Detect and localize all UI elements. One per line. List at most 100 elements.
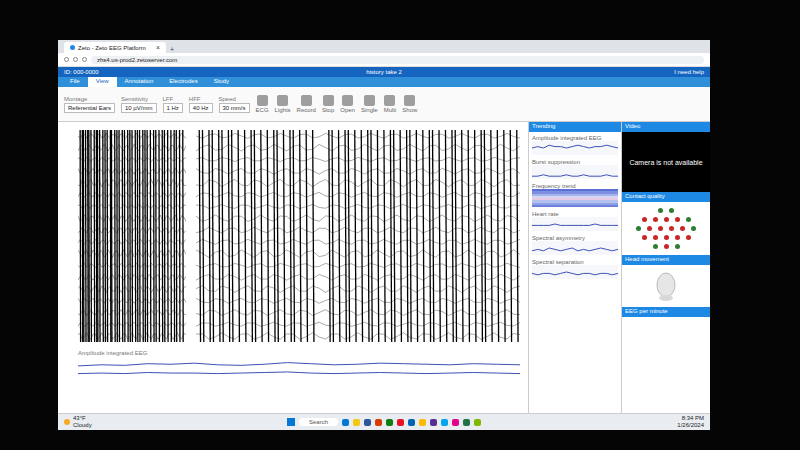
- head-model-icon: [653, 271, 679, 301]
- app-icon[interactable]: [353, 419, 360, 426]
- head-movement-header: Head movement: [622, 255, 710, 265]
- eeg-channel-trace: [196, 263, 520, 267]
- tab-close-button[interactable]: ×: [156, 44, 160, 51]
- eeg-artifact-line: [222, 130, 223, 342]
- electrode-dot: [642, 235, 647, 240]
- browser-tab-strip: Zeto - Zeto EEG Platform× +: [58, 40, 710, 53]
- app-icon[interactable]: [364, 419, 371, 426]
- browser-tab[interactable]: Zeto - Zeto EEG Platform×: [64, 42, 166, 53]
- menu-tab[interactable]: Electrodes: [161, 77, 205, 87]
- eeg-artifact-line: [433, 130, 434, 342]
- electrode-dot: [653, 244, 658, 249]
- eeg-artifact-line: [104, 130, 106, 342]
- eeg-per-minute-header: EEG per minute: [622, 307, 710, 317]
- toolbar-field: MontageReferential Ears: [64, 96, 115, 113]
- toolbar: MontageReferential EarsSensitivity10 µV/…: [58, 87, 710, 122]
- toolbar-button[interactable]: Record: [297, 95, 316, 113]
- menu-tab[interactable]: Annotation: [117, 77, 162, 87]
- frequency-heatmap: [532, 189, 618, 207]
- reload-icon[interactable]: [82, 57, 87, 62]
- back-icon[interactable]: [64, 57, 69, 62]
- toolbar-button[interactable]: Multi: [384, 95, 397, 113]
- eeg-artifact-line: [290, 130, 291, 342]
- url-field[interactable]: zhs4.us-prod2.zetoserver.com: [91, 56, 704, 64]
- toolbar-button[interactable]: Open: [340, 95, 355, 113]
- eeg-artifact-line: [162, 130, 164, 342]
- toolbar-select[interactable]: 1 Hz: [163, 103, 183, 113]
- eeg-artifact-line: [238, 130, 239, 342]
- eeg-artifact-line: [468, 130, 469, 342]
- eeg-artifact-line: [116, 130, 118, 342]
- app-icon[interactable]: [430, 419, 437, 426]
- eeg-plot[interactable]: [78, 130, 520, 342]
- app-icon[interactable]: [386, 419, 393, 426]
- app-icon[interactable]: [342, 419, 349, 426]
- weather-widget[interactable]: 43°FCloudy: [64, 415, 287, 428]
- eeg-artifact-line: [167, 130, 169, 342]
- system-clock[interactable]: 8:34 PM1/26/2024: [481, 415, 704, 428]
- app-icon[interactable]: [452, 419, 459, 426]
- eeg-artifact-line: [261, 130, 262, 342]
- eeg-channel-trace: [196, 298, 520, 303]
- eeg-artifact-line: [283, 130, 284, 342]
- eeg-artifact-line: [245, 130, 246, 342]
- eeg-artifact-line: [416, 130, 417, 342]
- eeg-artifact-line: [345, 130, 346, 342]
- eeg-artifact-line: [118, 130, 120, 342]
- app-icon[interactable]: [441, 419, 448, 426]
- eeg-artifact-line: [452, 130, 453, 342]
- eeg-artifact-line: [110, 130, 112, 342]
- menu-tab[interactable]: View: [88, 77, 117, 87]
- forward-icon[interactable]: [73, 57, 78, 62]
- toolbar-select[interactable]: 40 Hz: [189, 103, 213, 113]
- app-icon[interactable]: [408, 419, 415, 426]
- eeg-artifact-line: [182, 130, 184, 342]
- eeg-artifact-line: [80, 130, 82, 342]
- new-tab-button[interactable]: +: [170, 46, 174, 53]
- app-icon[interactable]: [474, 419, 481, 426]
- help-button[interactable]: I need help: [491, 69, 704, 75]
- eeg-page: [196, 130, 520, 342]
- toolbar-button[interactable]: Show: [402, 95, 417, 113]
- eeg-artifact-line: [300, 130, 301, 342]
- trend-chart: [532, 165, 618, 179]
- trend-chart: [532, 141, 618, 155]
- app-icon[interactable]: [419, 419, 426, 426]
- app-icon[interactable]: [463, 419, 470, 426]
- trend-section: Burst suppression: [529, 158, 621, 180]
- eeg-artifact-line: [179, 130, 181, 342]
- tool-icon: [257, 95, 268, 106]
- eeg-artifact-line: [170, 130, 172, 342]
- electrode-dot: [636, 226, 641, 231]
- eeg-artifact-line: [293, 130, 294, 342]
- trend-section: Spectral separation: [529, 258, 621, 280]
- toolbar-button[interactable]: Stop: [322, 95, 334, 113]
- eeg-artifact-line: [274, 130, 275, 342]
- windows-taskbar: 43°FCloudy Search 8:34 PM1/26/2024: [58, 413, 710, 430]
- eeg-artifact-line: [153, 130, 155, 342]
- start-icon[interactable]: [287, 418, 295, 426]
- menu-tab[interactable]: File: [62, 77, 88, 87]
- toolbar-button[interactable]: Lights: [275, 95, 291, 113]
- tool-icon: [364, 95, 375, 106]
- study-title: history take 2: [277, 69, 490, 75]
- eeg-artifact-line: [371, 130, 372, 342]
- taskbar-search[interactable]: Search: [299, 418, 338, 426]
- eeg-artifact-line: [361, 130, 362, 342]
- trend-chart: [532, 217, 618, 231]
- eeg-channel-trace: [196, 310, 520, 316]
- toolbar-select[interactable]: 10 µV/mm: [121, 103, 156, 113]
- heatmap-band: [532, 205, 618, 207]
- eeg-artifact-line: [313, 130, 314, 342]
- toolbar-button[interactable]: Single: [361, 95, 378, 113]
- app-icon[interactable]: [375, 419, 382, 426]
- eeg-page: [78, 130, 186, 342]
- eeg-artifact-line: [129, 130, 131, 342]
- menu-tab[interactable]: Study: [206, 77, 237, 87]
- toolbar-select[interactable]: 30 mm/s: [219, 103, 250, 113]
- toolbar-button[interactable]: ECG: [256, 95, 269, 113]
- aeeg-chart: [78, 356, 520, 378]
- app-icon[interactable]: [397, 419, 404, 426]
- eeg-artifact-line: [277, 130, 278, 342]
- toolbar-select[interactable]: Referential Ears: [64, 103, 115, 113]
